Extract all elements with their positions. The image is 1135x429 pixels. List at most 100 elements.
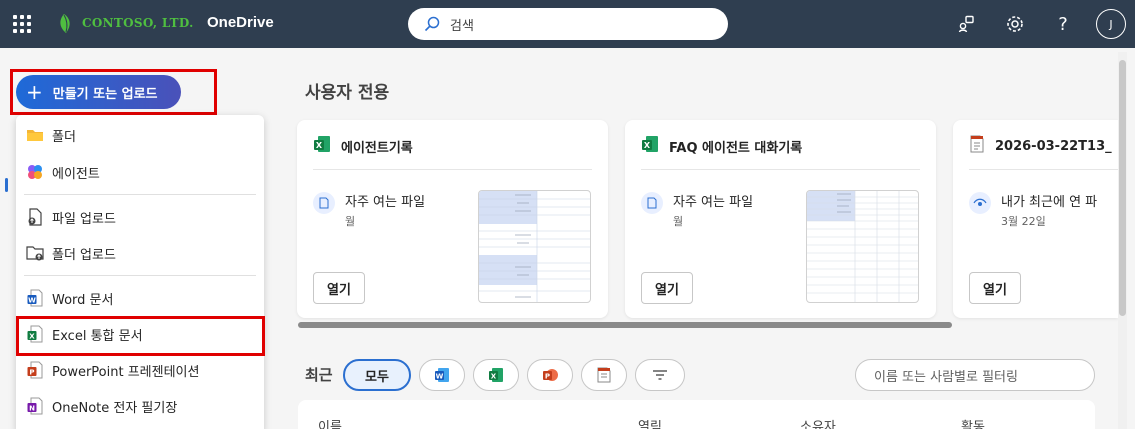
menu-item-onenote[interactable]: N OneNote 전자 필기장 [16,389,264,423]
create-button-highlight: + 만들기 또는 업로드 [10,69,217,115]
filter-options-button[interactable] [635,359,685,391]
column-header-owner[interactable]: 소유자 [800,416,836,429]
filter-icon [653,370,667,380]
menu-item-file-upload[interactable]: 파일 업로드 [16,200,264,234]
menu-item-label: OneNote 전자 필기장 [52,400,178,416]
card-divider [641,169,920,170]
filter-word-button[interactable]: W [419,359,465,391]
share-network-icon[interactable] [955,12,979,36]
note-file-icon [969,135,985,157]
menu-divider [24,275,256,276]
plus-icon: + [26,80,43,104]
nav-selection-indicator [5,178,8,192]
name-filter-input[interactable]: 이름 또는 사람별로 필터링 [855,359,1095,391]
file-card[interactable]: X FAQ 에이전트 대화기록 자주 여는 파일 월 열기 [625,120,936,318]
card-title[interactable]: 2026-03-22T13_ [969,135,1112,157]
search-icon [424,16,440,32]
top-header: CONTOSO, LTD. OneDrive 검색 ? J [0,0,1135,48]
logo-text: CONTOSO, LTD. [82,16,194,30]
create-upload-button[interactable]: + 만들기 또는 업로드 [16,75,181,109]
menu-item-folder-upload[interactable]: 폴더 업로드 [16,236,264,270]
create-menu: 폴더 에이전트 파일 업로드 폴더 업로드 W Word 문서 X Excel … [16,115,264,429]
file-upload-icon [26,208,44,226]
open-button[interactable]: 열기 [969,272,1021,304]
menu-item-folder[interactable]: 폴더 [16,118,264,152]
filter-all-button[interactable]: 모두 [343,359,411,391]
file-thumbnail[interactable] [806,190,919,303]
app-name[interactable]: OneDrive [207,14,274,31]
app-launcher-icon[interactable] [13,15,31,33]
horizontal-scrollbar[interactable] [298,322,952,328]
svg-text:W: W [28,297,36,305]
open-button[interactable]: 열기 [641,272,693,304]
card-title-text: 에이전트기록 [341,140,413,156]
recent-label: 최근 [305,366,333,384]
menu-item-label: 폴더 업로드 [52,247,116,263]
leaf-logo-icon [60,14,70,33]
menu-item-label: PowerPoint 프레젠테이션 [52,364,200,380]
folder-upload-icon [26,244,44,262]
excel-icon: X [313,135,331,157]
create-upload-label: 만들기 또는 업로드 [52,86,158,102]
card-title-text: 2026-03-22T13_ [995,138,1112,154]
svg-text:N: N [29,405,35,413]
svg-text:X: X [491,373,497,381]
excel-icon: X [489,368,503,382]
column-header-activity[interactable]: 활동 [961,416,985,429]
gear-icon[interactable] [1003,12,1027,36]
powerpoint-icon: P [26,361,44,379]
card-divider [313,169,592,170]
menu-item-label: 파일 업로드 [52,211,116,227]
menu-item-powerpoint[interactable]: P PowerPoint 프레젠테이션 [16,353,264,387]
frequent-file-icon [313,192,335,214]
column-header-name[interactable]: 이름 [318,416,342,429]
card-reason-sub: 월 [673,215,684,228]
note-file-icon [597,367,611,383]
card-divider [969,169,1118,170]
svg-text:X: X [644,141,651,150]
file-thumbnail[interactable] [478,190,591,303]
card-reason: 자주 여는 파일 [673,195,754,210]
open-button[interactable]: 열기 [313,272,365,304]
svg-text:W: W [436,373,444,381]
filter-pdf-button[interactable] [581,359,627,391]
menu-item-label: 에이전트 [52,166,100,182]
folder-icon [26,126,44,144]
company-logo[interactable]: CONTOSO, LTD. [56,12,194,34]
avatar[interactable]: J [1096,9,1126,39]
search-input[interactable]: 검색 [450,15,474,34]
file-card[interactable]: X 에이전트기록 자주 여는 파일 월 열기 [297,120,608,318]
card-reason-sub: 3월 22일 [1001,215,1046,228]
card-title[interactable]: X FAQ 에이전트 대화기록 [641,135,802,157]
svg-text:P: P [545,373,550,381]
svg-text:X: X [316,141,323,150]
filter-powerpoint-button[interactable]: P [527,359,573,391]
menu-item-label: 폴더 [52,129,76,145]
file-card[interactable]: 2026-03-22T13_ 내가 최근에 연 파 3월 22일 열기 [953,120,1118,318]
menu-item-label: Word 문서 [52,292,114,308]
section-title: 사용자 전용 [305,83,390,103]
card-title-text: FAQ 에이전트 대화기록 [669,140,803,156]
excel-icon: X [641,135,659,157]
menu-item-agent[interactable]: 에이전트 [16,155,264,189]
vertical-scrollbar[interactable] [1118,52,1127,429]
word-icon: W [26,289,44,307]
card-title[interactable]: X 에이전트기록 [313,135,413,157]
svg-text:P: P [29,369,34,377]
card-reason-sub: 월 [345,215,356,228]
help-icon[interactable]: ? [1051,12,1075,36]
recent-table-header: 이름 열림 소유자 활동 [298,400,1095,429]
menu-divider [24,194,256,195]
frequent-file-icon [641,192,663,214]
agent-icon [26,163,44,181]
search-box[interactable]: 검색 [408,8,728,40]
card-reason: 내가 최근에 연 파 [1001,195,1098,210]
eye-icon [969,192,991,214]
word-icon: W [435,368,449,382]
column-header-opened[interactable]: 열림 [638,416,662,429]
scrollbar-thumb[interactable] [1119,60,1126,316]
filter-excel-button[interactable]: X [473,359,519,391]
menu-item-word[interactable]: W Word 문서 [16,281,264,315]
excel-item-highlight [16,316,265,356]
onenote-icon: N [26,397,44,415]
